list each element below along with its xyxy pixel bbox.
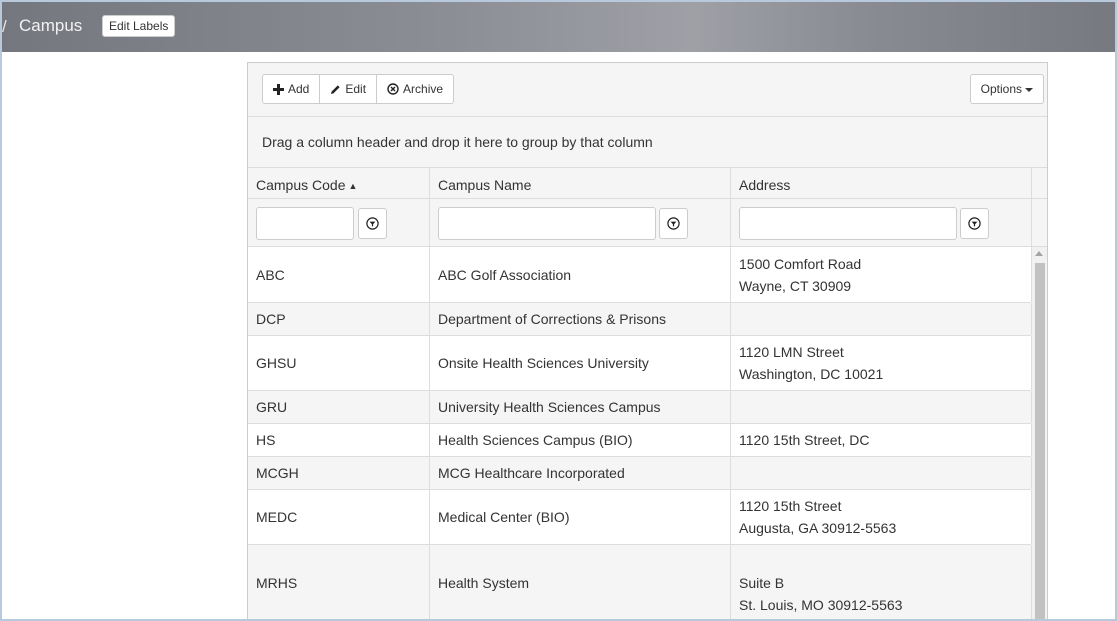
address-line-1: Suite B [739,575,785,591]
address-line-2: Augusta, GA 30912-5563 [739,520,897,536]
campus-code-filter-button[interactable] [358,208,387,239]
campus-name-cell: University Health Sciences Campus [430,391,731,423]
campus-name-text: Medical Center (BIO) [438,509,570,525]
scroll-up-arrow-icon[interactable] [1035,251,1043,256]
options-dropdown-button[interactable]: Options [969,74,1044,104]
address-line-2: St. Louis, MO 30912-5563 [739,597,903,613]
address-cell [731,391,1032,423]
campus-name-text: MCG Healthcare Incorporated [438,465,625,481]
campus-name-filter-button[interactable] [659,208,688,239]
top-bar: / Campus Edit Labels [2,2,1115,52]
edit-button-label: Edit [345,82,367,96]
campus-name-filter-input[interactable] [438,207,656,240]
address-cell [731,457,1032,489]
address-line-1: 1120 15th Street, DC [739,432,870,448]
archive-button[interactable]: Archive [376,74,455,104]
campus-code-cell: MEDC [248,490,430,544]
grid-body: ABC ABC Golf Association 1500 Comfort Ro… [248,247,1032,619]
edit-labels-button[interactable]: Edit Labels [102,15,176,37]
campus-code-cell: HS [248,424,430,456]
pencil-icon [331,84,340,94]
campus-name-cell: Medical Center (BIO) [430,490,731,544]
campus-code-text: GHSU [256,355,297,371]
page-title: Campus [19,16,83,35]
address-line-1: 1120 15th Street [739,498,842,514]
address-cell: 1120 LMN Street Washington, DC 10021 [731,336,1032,390]
campus-code-text: HS [256,432,276,448]
address-cell: 1120 15th Street Augusta, GA 30912-5563 [731,490,1032,544]
campus-code-cell: DCP [248,303,430,335]
filter-row [248,198,1047,247]
address-cell: 1120 15th Street, DC [731,424,1032,456]
campus-name-header-text: Campus Name [438,177,532,193]
grid-header: Campus Code ▲ Campus Name Address [248,167,1047,248]
table-row[interactable]: DCP Department of Corrections & Prisons [248,303,1032,336]
group-by-drop-area[interactable]: Drag a column header and drop it here to… [262,134,653,150]
filter-icon [968,217,981,230]
address-line-2: Wayne, CT 30909 [739,278,852,294]
breadcrumb-separator: / [2,17,7,36]
sort-up-icon: ▲ [348,181,358,191]
campus-name-text: Health System [438,575,530,591]
grid-toolbar: Add Edit Archive Options [248,63,1047,117]
address-line-1: 1500 Comfort Road [739,256,862,272]
campus-code-text: MRHS [256,575,298,591]
edit-button[interactable]: Edit [319,74,378,104]
address-cell [731,303,1032,335]
campus-name-cell: Health Sciences Campus (BIO) [430,424,731,456]
column-header-label: Campus Code ▲ [256,177,357,193]
caret-down-icon [1025,87,1033,92]
campus-name-text: ABC Golf Association [438,267,572,283]
campus-code-text: GRU [256,399,288,415]
campus-code-filter-input[interactable] [256,207,354,240]
table-row[interactable]: MEDC Medical Center (BIO) 1120 15th Stre… [248,490,1032,545]
circle-x-icon [387,83,399,95]
plus-icon [273,83,284,95]
campus-code-text: MCGH [256,465,299,481]
campus-code-text: DCP [256,311,286,327]
filter-icon [366,217,379,230]
campus-name-text: University Health Sciences Campus [438,399,661,415]
table-row[interactable]: GRU University Health Sciences Campus [248,391,1032,424]
campus-code-cell: MRHS [248,545,430,619]
table-row[interactable]: ABC ABC Golf Association 1500 Comfort Ro… [248,247,1032,303]
table-row[interactable]: MRHS Health System Suite B St. Louis, MO … [248,545,1032,619]
options-button-label: Options [980,82,1022,96]
table-row[interactable]: HS Health Sciences Campus (BIO) 1120 15t… [248,424,1032,457]
address-line-2: Washington, DC 10021 [739,366,884,382]
campus-name-text: Onsite Health Sciences University [438,355,649,371]
archive-button-label: Archive [403,82,444,96]
campus-grid: Add Edit Archive Options Drag a column h… [247,62,1048,619]
filter-icon [667,217,680,230]
campus-code-header-text: Campus Code [256,177,346,193]
campus-code-text: ABC [256,267,285,283]
campus-name-cell: ABC Golf Association [430,247,731,302]
campus-name-text: Department of Corrections & Prisons [438,311,666,327]
campus-name-text: Health Sciences Campus (BIO) [438,432,633,448]
add-button[interactable]: Add [262,74,321,104]
table-row[interactable]: MCGH MCG Healthcare Incorporated [248,457,1032,490]
address-cell: 1500 Comfort Road Wayne, CT 30909 [731,247,1032,302]
campus-name-cell: Onsite Health Sciences University [430,336,731,390]
address-filter-input[interactable] [739,207,957,240]
action-button-group: Add Edit Archive [262,74,455,104]
campus-code-cell: GRU [248,391,430,423]
campus-name-cell: Department of Corrections & Prisons [430,303,731,335]
table-row[interactable]: GHSU Onsite Health Sciences University 1… [248,336,1032,391]
campus-code-cell: MCGH [248,457,430,489]
address-header-text: Address [739,177,791,193]
campus-name-cell: MCG Healthcare Incorporated [430,457,731,489]
address-filter-button[interactable] [960,208,989,239]
scrollbar-thumb[interactable] [1035,263,1045,619]
add-button-label: Add [288,82,310,96]
vertical-scrollbar[interactable] [1032,247,1047,619]
app-window: / Campus Edit Labels Add Edit Archive Op… [0,0,1117,621]
campus-code-text: MEDC [256,509,298,525]
campus-code-cell: ABC [248,247,430,302]
campus-code-cell: GHSU [248,336,430,390]
address-cell: Suite B St. Louis, MO 30912-5563 [731,545,1032,619]
campus-name-cell: Health System [430,545,731,619]
address-line-1: 1120 LMN Street [739,344,844,360]
